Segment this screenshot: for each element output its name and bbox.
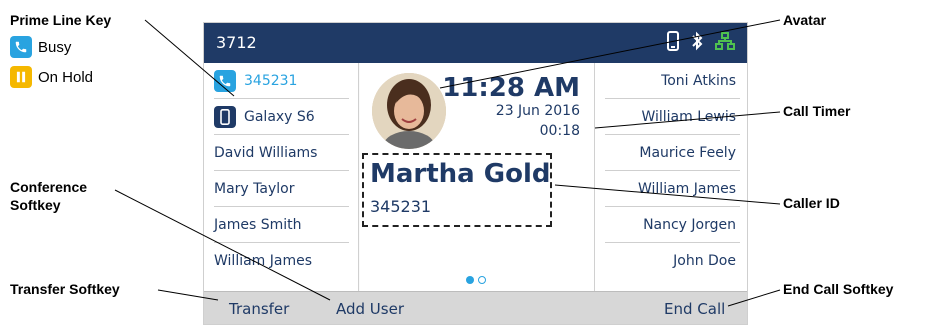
line-key-label: James Smith [214, 216, 302, 233]
callout-prime-line-key: Prime Line Key [10, 12, 112, 28]
caller-number: 345231 [370, 197, 432, 216]
mobile-icon [214, 105, 236, 128]
network-icon [715, 31, 735, 56]
page-indicator[interactable] [466, 276, 486, 284]
speed-dial-label: Nancy Jorgen [643, 216, 736, 233]
right-line-keys: Toni Atkins William Lewis Maurice Feely … [594, 63, 747, 291]
line-key-label: William James [214, 253, 313, 269]
call-panel: 11:28 AM 23 Jun 2016 00:18 Martha Gold 3… [360, 63, 594, 291]
line-key-label: Galaxy S6 [244, 108, 315, 125]
speed-dial-label: Toni Atkins [661, 72, 736, 89]
callout-conference-line2: Softkey [10, 197, 61, 213]
end-call-button[interactable]: End Call [664, 300, 725, 318]
line-key-3[interactable]: David Williams [214, 135, 349, 171]
callout-end-call-softkey: End Call Softkey [783, 281, 894, 297]
phone-icon [214, 69, 236, 92]
speed-dial-key-3[interactable]: Maurice Feely [605, 135, 740, 171]
speed-dial-key-6[interactable]: John Doe [605, 243, 740, 279]
speed-dial-key-5[interactable]: Nancy Jorgen [605, 207, 740, 243]
bluetooth-icon [691, 31, 703, 56]
caller-id: Martha Gold 345231 [362, 153, 552, 227]
page-dot[interactable] [478, 276, 486, 284]
speed-dial-label: William James [637, 180, 736, 197]
pause-icon [10, 66, 32, 88]
line-key-label: Mary Taylor [214, 180, 295, 197]
speed-dial-key-2[interactable]: William Lewis [605, 99, 740, 135]
callout-transfer-softkey: Transfer Softkey [10, 281, 120, 297]
legend-on-hold-label: On Hold [38, 68, 94, 86]
speed-dial-label: John Doe [673, 253, 736, 269]
callout-conference-softkey: Conference Softkey [10, 178, 87, 214]
callout-avatar: Avatar [783, 12, 827, 28]
mobile-icon [667, 31, 679, 56]
status-icons [667, 31, 735, 56]
status-bar: 3712 [204, 23, 747, 63]
legend-busy-label: Busy [38, 38, 72, 56]
phone-screen: 3712 345231 Galaxy S6 David Williams Mar… [203, 22, 748, 325]
line-key-1[interactable]: 345231 [214, 63, 349, 99]
avatar [372, 73, 446, 149]
extension-label: 3712 [216, 33, 257, 52]
clock-date: 23 Jun 2016 [495, 103, 580, 119]
speed-dial-label: Maurice Feely [639, 144, 736, 161]
callout-caller-id: Caller ID [783, 195, 840, 211]
transfer-button[interactable]: Transfer [229, 300, 289, 318]
line-key-5[interactable]: James Smith [214, 207, 349, 243]
call-timer: 00:18 [539, 123, 580, 139]
page-dot-active[interactable] [466, 276, 474, 284]
phone-icon [10, 36, 32, 58]
callout-call-timer: Call Timer [783, 103, 851, 119]
speed-dial-key-1[interactable]: Toni Atkins [605, 63, 740, 99]
speed-dial-label: William Lewis [641, 108, 736, 125]
line-key-label: 345231 [244, 72, 298, 89]
legend-on-hold: On Hold [10, 66, 93, 88]
line-key-6[interactable]: William James [214, 243, 349, 279]
softkey-bar: Transfer Add User End Call [204, 291, 747, 324]
left-line-keys: 345231 Galaxy S6 David Williams Mary Tay… [204, 63, 359, 291]
line-key-label: David Williams [214, 144, 318, 161]
callout-conference-line1: Conference [10, 179, 88, 195]
line-key-4[interactable]: Mary Taylor [214, 171, 349, 207]
legend-busy: Busy [10, 36, 71, 58]
speed-dial-key-4[interactable]: William James [605, 171, 740, 207]
add-user-button[interactable]: Add User [336, 300, 404, 318]
caller-name: Martha Gold [370, 159, 551, 189]
clock-time: 11:28 AM [442, 73, 580, 103]
line-key-2[interactable]: Galaxy S6 [214, 99, 349, 135]
